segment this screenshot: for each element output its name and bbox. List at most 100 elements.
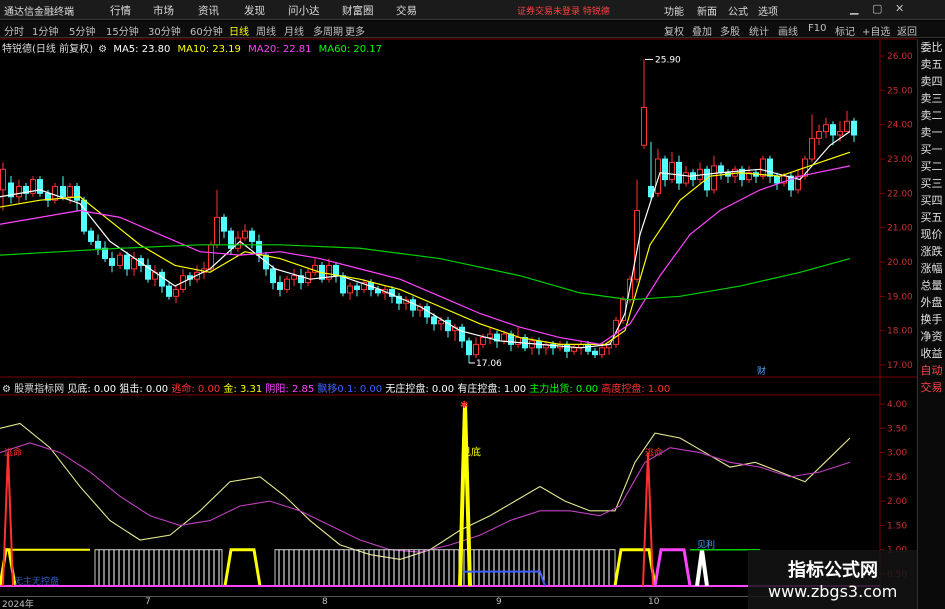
candle-body — [487, 333, 493, 339]
candle-body — [277, 282, 283, 290]
high-price-label: 25.90 — [655, 55, 681, 65]
sidebar-item[interactable]: 买二 — [918, 158, 945, 175]
watermark-url: www.zbgs3.com — [768, 582, 898, 601]
date-axis-label: 2024年 — [2, 600, 34, 609]
profit-spike — [695, 549, 709, 587]
indicator-axis-label: 4.00 — [887, 400, 907, 410]
candle-body — [592, 350, 598, 356]
price-label: 18.00 — [887, 327, 913, 337]
kline-chart-canvas[interactable]: 26.00 25.00 24.00 23.00 22.00 21.00 20.00 19.00… — [0, 0, 945, 609]
price-label: 26.00 — [887, 52, 913, 62]
sidebar-item[interactable]: 涨幅 — [918, 260, 945, 277]
settings-icon[interactable]: ⚙ — [98, 44, 107, 55]
price-label: 22.00 — [887, 189, 913, 199]
candle-body — [431, 316, 437, 325]
indicator-value: 金: 3.31 — [223, 384, 263, 395]
indicator-value: 逃命: 0.00 — [171, 384, 221, 395]
indicator-name: 股票指标网 — [14, 384, 65, 395]
osc-magenta-line — [0, 442, 851, 553]
sidebar-item[interactable]: 收益 — [918, 345, 945, 362]
sidebar-item[interactable]: 卖一 — [918, 124, 945, 141]
watermark-title: 指标公式网 — [788, 560, 878, 581]
candle-body — [585, 343, 591, 352]
sidebar-item[interactable]: 总量 — [918, 277, 945, 294]
price-label: 20.00 — [887, 258, 913, 268]
candle-body — [95, 240, 101, 249]
candle-body — [669, 161, 675, 181]
sidebar-item[interactable]: 买一 — [918, 141, 945, 158]
indicator-value: 主力出货: 0.00 — [529, 384, 599, 395]
settings-icon[interactable]: ⚙ — [2, 384, 11, 395]
candle-body — [88, 230, 94, 242]
price-label: 24.00 — [887, 121, 913, 131]
candle-body — [249, 230, 255, 242]
candle-body — [16, 185, 22, 198]
watermark-banner: 指标公式网 www.zbgs3.com — [748, 550, 917, 609]
sidebar-item[interactable]: 自动 — [918, 362, 945, 379]
star-icon: ✱ — [460, 400, 468, 411]
sidebar-item[interactable]: 交易 — [918, 379, 945, 396]
exit-label: 逃命 — [4, 447, 22, 459]
osc-yellow-line — [0, 422, 851, 560]
indicator-value: 有庄控盘: 1.00 — [457, 384, 527, 395]
sidebar-item[interactable]: 现价 — [918, 226, 945, 243]
candle-body — [117, 254, 123, 266]
candle-body — [109, 258, 115, 266]
low-price-label: 17.06 — [476, 359, 502, 369]
ma20-value: MA20: 22.81 — [248, 44, 312, 55]
sidebar-item[interactable]: 买四 — [918, 192, 945, 209]
indicator-axis-label: 3.00 — [887, 449, 907, 459]
indicator-value: 飘移0.1: 0.00 — [317, 384, 383, 395]
candle-body — [347, 285, 353, 294]
candle-body — [67, 185, 73, 198]
candle-body — [676, 161, 682, 184]
candle-body — [340, 275, 346, 294]
sidebar-item[interactable]: 卖五 — [918, 56, 945, 73]
sidebar-item[interactable]: 外盘 — [918, 294, 945, 311]
sidebar-item[interactable]: 换手 — [918, 311, 945, 328]
candle-body — [662, 158, 668, 181]
sidebar-item[interactable]: 涨跌 — [918, 243, 945, 260]
indicator-value: 见底: 0.00 — [67, 384, 117, 395]
price-label: 17.00 — [887, 361, 913, 371]
candle-body — [52, 185, 58, 201]
date-axis-label: 7 — [145, 597, 151, 607]
candle-body — [774, 175, 780, 184]
sidebar-item[interactable]: 委比 — [918, 39, 945, 56]
gold-band — [223, 548, 262, 587]
ma60-value: MA60: 20.17 — [318, 44, 383, 55]
indicator-value: 狙击: 0.00 — [119, 384, 169, 395]
indicator-axis-label: 3.50 — [887, 424, 907, 434]
candle-body — [242, 230, 248, 239]
sidebar-item[interactable]: 买三 — [918, 175, 945, 192]
sidebar-item[interactable]: 卖二 — [918, 107, 945, 124]
sidebar-item[interactable]: 卖四 — [918, 73, 945, 90]
candle-body — [60, 185, 66, 198]
candle-body — [641, 107, 647, 146]
no-control-label: 无主无控盘 — [14, 575, 59, 587]
candle-body — [809, 137, 815, 160]
candle-body — [655, 158, 661, 194]
candle-body — [37, 179, 43, 194]
candle-body — [124, 254, 130, 270]
stock-name: 特锐德(日线 前复权) — [2, 44, 93, 55]
candle-body — [480, 337, 486, 345]
gold-band — [613, 548, 657, 587]
candle-body — [760, 158, 766, 177]
candle-body — [718, 165, 724, 174]
price-label: 21.00 — [887, 224, 913, 234]
candle-body — [228, 230, 234, 249]
candle-body — [270, 268, 276, 284]
sidebar-item[interactable]: 卖三 — [918, 90, 945, 107]
sidebar-item[interactable]: 买五 — [918, 209, 945, 226]
date-axis-label: 9 — [496, 597, 502, 607]
candle-body — [837, 131, 843, 136]
candle-body — [830, 124, 836, 136]
indicator-axis-label: 2.50 — [887, 473, 907, 483]
sidebar-item[interactable]: 净资 — [918, 328, 945, 345]
candle-body — [291, 275, 297, 280]
candle-body — [683, 172, 689, 184]
magenta-band — [653, 548, 692, 587]
indicator-value: 阴阳: 2.85 — [265, 384, 315, 395]
candle-body — [851, 120, 857, 136]
